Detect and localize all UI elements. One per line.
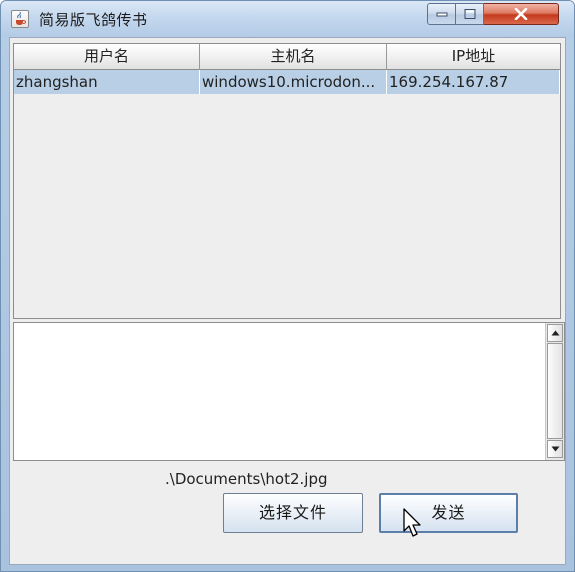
column-header-username[interactable]: 用户名 — [14, 44, 200, 69]
arrow-up-icon — [551, 330, 560, 336]
app-window: 简易版飞鸽传书 用户名 主机名 IP地址 zhangshan windows10… — [0, 0, 575, 572]
column-header-hostname[interactable]: 主机名 — [200, 44, 387, 69]
java-cup-icon — [11, 10, 29, 28]
selected-file-label: .\Documents\hot2.jpg — [165, 470, 328, 488]
arrow-down-icon — [551, 446, 560, 452]
table-header: 用户名 主机名 IP地址 — [14, 44, 560, 70]
column-header-ip[interactable]: IP地址 — [387, 44, 560, 69]
maximize-button[interactable] — [456, 3, 484, 25]
close-button[interactable] — [484, 3, 559, 25]
close-icon — [514, 8, 528, 20]
message-input[interactable] — [14, 323, 544, 460]
minimize-icon — [436, 12, 447, 17]
maximize-icon — [464, 9, 475, 19]
choose-file-button[interactable]: 选择文件 — [223, 493, 363, 533]
content-pane: 用户名 主机名 IP地址 zhangshan windows10.microdo… — [9, 37, 566, 565]
cell-username[interactable]: zhangshan — [14, 70, 200, 94]
user-table: 用户名 主机名 IP地址 zhangshan windows10.microdo… — [13, 43, 561, 319]
table-row[interactable]: zhangshan windows10.microdon... 169.254.… — [14, 70, 560, 94]
minimize-button[interactable] — [427, 3, 456, 25]
send-button[interactable]: 发送 — [379, 493, 518, 533]
scroll-thumb[interactable] — [547, 343, 563, 439]
message-scroll-pane — [13, 322, 565, 461]
title-bar[interactable]: 简易版飞鸽传书 — [1, 1, 574, 37]
vertical-scrollbar[interactable] — [545, 323, 564, 460]
scroll-down-button[interactable] — [547, 440, 563, 458]
window-title: 简易版飞鸽传书 — [39, 11, 148, 29]
mouse-cursor-icon — [403, 508, 421, 537]
cell-hostname[interactable]: windows10.microdon... — [200, 70, 387, 94]
scroll-up-button[interactable] — [547, 324, 563, 342]
cell-ip[interactable]: 169.254.167.87 — [387, 70, 560, 94]
